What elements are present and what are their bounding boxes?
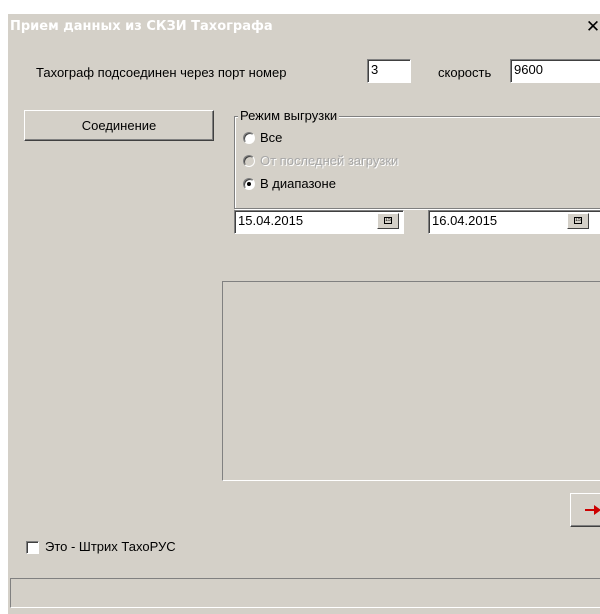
radio-since-last-label: От последней загрузки [260, 153, 399, 168]
shtrikh-checkbox[interactable] [26, 541, 39, 554]
date-to-picker[interactable]: 16.04.2015 15 [428, 210, 600, 234]
radio-selected-dot [247, 182, 251, 186]
close-icon: ✕ [585, 17, 600, 36]
next-button[interactable] [570, 493, 600, 527]
arrow-right-icon [585, 505, 600, 515]
export-mode-legend: Режим выгрузки [238, 108, 340, 123]
connect-button[interactable]: Соединение [24, 110, 214, 141]
radio-all-label: Все [260, 130, 283, 145]
radio-all-circle[interactable] [243, 132, 255, 144]
port-input[interactable]: 3 [367, 59, 411, 83]
calendar-icon: 15 [574, 217, 582, 224]
date-from-value: 15.04.2015 [238, 213, 304, 228]
radio-in-range-circle[interactable] [243, 178, 255, 190]
date-from-picker[interactable]: 15.04.2015 15 [234, 210, 404, 234]
radio-in-range-label: В диапазоне [260, 176, 336, 191]
close-button[interactable]: ✕ [583, 16, 600, 38]
status-bar [10, 578, 600, 608]
radio-since-last-circle[interactable] [243, 155, 255, 167]
output-panel [222, 281, 600, 481]
date-to-calendar-button[interactable]: 15 [567, 213, 589, 229]
shtrikh-checkbox-label: Это - Штрих ТахоРУС [45, 539, 176, 554]
date-from-calendar-button[interactable]: 15 [377, 213, 399, 229]
speed-label: скорость [438, 65, 492, 80]
calendar-icon: 15 [384, 217, 392, 224]
date-to-value: 16.04.2015 [432, 213, 498, 228]
window-title: Прием данных из СКЗИ Тахографа [10, 19, 273, 34]
speed-input[interactable]: 9600 [510, 59, 600, 83]
title-bar: Прием данных из СКЗИ Тахографа ✕ [8, 14, 600, 44]
port-label: Тахограф подсоединен через порт номер [36, 65, 287, 80]
dialog-window: Прием данных из СКЗИ Тахографа ✕ Тахогра… [8, 14, 600, 614]
